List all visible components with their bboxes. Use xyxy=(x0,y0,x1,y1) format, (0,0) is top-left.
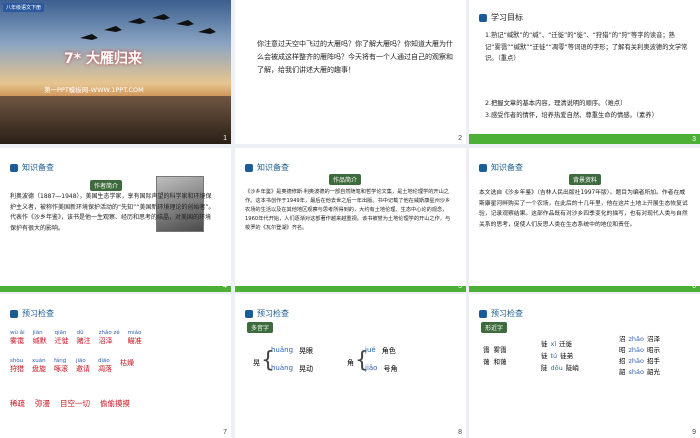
slide-thumbnail-4[interactable]: 知识备查 作者简介 利奥波德（1887—1948），美国生态学家，享有国际声望的… xyxy=(0,148,231,292)
slide-number: 3 xyxy=(692,136,696,143)
vocab-item: xuán 盘旋 xyxy=(32,358,46,373)
slide-number: 6 xyxy=(692,283,696,290)
objective-line-2: 2.把握文章的基本内容，理清说明的顺序。（难点） xyxy=(485,100,627,107)
slide-heading: 知识备查 xyxy=(10,162,54,173)
heading-bullet-icon xyxy=(479,309,487,318)
course-badge: 八年级语文下册 xyxy=(3,3,45,12)
objective-line-1: 1.熟记“缄默”的“缄”、“迁徙”的“徙”、“狩猎”的“狩”等字的读音；熟记“雾… xyxy=(485,32,688,62)
vocab-item: 稀疏 xyxy=(10,399,25,408)
slide-number: 2 xyxy=(458,135,462,142)
lake-reflection xyxy=(0,96,231,144)
similar-chars-col-2: 徙 xǐ 迁徙 徒 tú 徒弟 陡 dǒu 陡峭 xyxy=(541,340,579,372)
section-stamp: 形近字 xyxy=(481,322,508,333)
footer-bar xyxy=(0,286,231,292)
vocab-item: wù ǎi 雾霭 xyxy=(10,330,25,345)
slide-thumbnail-7[interactable]: 预习检查 wù ǎi 雾霭 jiān 缄默 qiān 迁徙 dǔ 赌注 zhǎo zé 沼… xyxy=(0,294,231,438)
slide-heading: 知识备查 xyxy=(479,162,523,173)
heading-text: 知识备查 xyxy=(22,163,54,172)
heading-bullet-icon xyxy=(10,163,18,172)
vocab-item: dǔ 赌注 xyxy=(76,330,91,345)
section-stamp: 背景资料 xyxy=(569,174,602,185)
heading-bullet-icon xyxy=(479,163,487,172)
heading-text: 知识备查 xyxy=(257,163,289,172)
vocab-item: fáng 啄滚 xyxy=(54,358,68,373)
slide-number: 8 xyxy=(458,429,462,436)
vocab-row-2: shòu 狩猎 xuán 盘旋 fáng 啄滚 jiāo 邀请 diāo 凋落 枯燥 xyxy=(10,358,134,374)
author-bio: 利奥波德（1887—1948），美国生态学家，享有国际声望的科学家和环境保护主义… xyxy=(10,193,215,232)
footer-bar xyxy=(469,286,700,292)
similar-chars-col-3: 沼 zhǎo 沼泽 昭 zhāo 昭示 招 zhāo 招手 韶 sháo 韶光 xyxy=(619,335,660,376)
section-stamp: 多音字 xyxy=(247,322,274,333)
slide-thumbnail-8[interactable]: 预习检查 多音字 晃 { huǎng 晃眼 huàng 晃动 角 { jué 角色 j… xyxy=(235,294,466,438)
work-intro: 《沙乡年鉴》是奥德修斯·利奥波德的一部自然随笔和哲学论文集，是土地伦理学的开山之… xyxy=(245,189,451,231)
slide-heading: 预习检查 xyxy=(245,308,289,319)
vocab-item: 枯燥 xyxy=(120,359,134,367)
section-stamp: 作者简介 xyxy=(90,180,123,191)
slide-thumbnail-2[interactable]: 你注意过天空中飞过的大雁吗？你了解大雁吗？你知道大雁为什么会被成这样整齐的雁阵吗… xyxy=(235,0,466,144)
slide-body: 你注意过天空中飞过的大雁吗？你了解大雁吗？你知道大雁为什么会被成这样整齐的雁阵吗… xyxy=(257,40,453,74)
vocab-item: 目空一切 xyxy=(60,399,90,408)
slide-heading: 预习检查 xyxy=(10,308,54,319)
vocab-item: jiāo 邀请 xyxy=(76,358,90,373)
slide-heading: 预习检查 xyxy=(479,308,523,319)
vocab-item: miáo 瞄准 xyxy=(127,330,142,345)
slide-heading: 学习目标 xyxy=(479,12,523,23)
slide-title: 7* 大雁归来 xyxy=(64,51,142,67)
slide-thumbnail-6[interactable]: 知识备查 背景资料 本文选自《沙乡年鉴》（吉林人民出版社1997年版）。题目为编… xyxy=(469,148,700,292)
slide-thumbnail-5[interactable]: 知识备查 作品简介 《沙乡年鉴》是奥德修斯·利奥波德的一部自然随笔和哲学论文集，… xyxy=(235,148,466,292)
slide-number: 1 xyxy=(223,135,227,142)
footer-bar xyxy=(235,286,466,292)
heading-bullet-icon xyxy=(245,163,253,172)
slide-subtitle: 第一PPT模板网-WWW.1PPT.COM xyxy=(44,86,144,94)
slide-number: 5 xyxy=(458,283,462,290)
polyphone-char: 晃 xyxy=(253,359,260,367)
heading-text: 知识备查 xyxy=(491,163,523,172)
heading-bullet-icon xyxy=(10,309,18,318)
footer-bar xyxy=(469,134,700,144)
slide-number: 9 xyxy=(692,429,696,436)
section-stamp: 作品简介 xyxy=(329,174,362,185)
vocab-item: qiān 迁徙 xyxy=(54,330,69,345)
heading-bullet-icon xyxy=(245,309,253,318)
vocab-item: 偷偷摸摸 xyxy=(100,399,130,408)
similar-chars-col-1: 霭雾霭 蔼和蔼 xyxy=(483,346,507,366)
slide-thumbnail-1[interactable]: 八年级语文下册 7* 大雁归来 第一PPT模板网-WWW.1PPT.COM 1 xyxy=(0,0,231,144)
heading-text: 学习目标 xyxy=(491,13,523,22)
vocab-row-1: wù ǎi 雾霭 jiān 缄默 qiān 迁徙 dǔ 赌注 zhǎo zé 沼泽 miá… xyxy=(10,330,142,346)
polyphone-char: 角 xyxy=(347,359,354,367)
background-info: 本文选自《沙乡年鉴》（吉林人民出版社1997年版）。题目为编者所加。作者在威斯康… xyxy=(479,190,688,228)
vocab-item: diāo 凋落 xyxy=(98,358,112,373)
slide-sorter-grid: 八年级语文下册 7* 大雁归来 第一PPT模板网-WWW.1PPT.COM 1 … xyxy=(0,0,700,438)
vocab-row-3: 稀疏 弥漫 目空一切 偷偷摸摸 xyxy=(10,398,130,409)
vocab-item: zhǎo zé 沼泽 xyxy=(98,330,120,345)
slide-number: 7 xyxy=(223,429,227,436)
vocab-item: 弥漫 xyxy=(35,399,50,408)
heading-bullet-icon xyxy=(479,13,487,22)
heading-text: 预习检查 xyxy=(491,309,523,318)
vocab-item: shòu 狩猎 xyxy=(10,358,24,373)
slide-number: 4 xyxy=(223,283,227,290)
vocab-item: jiān 缄默 xyxy=(32,330,47,345)
slide-thumbnail-3[interactable]: 学习目标 1.熟记“缄默”的“缄”、“迁徙”的“徙”、“狩猎”的“狩”等字的读音… xyxy=(469,0,700,144)
heading-text: 预习检查 xyxy=(22,309,54,318)
heading-text: 预习检查 xyxy=(257,309,289,318)
slide-heading: 知识备查 xyxy=(245,162,289,173)
objective-line-3: 3.感受作者的情怀，培养热爱自然、尊重生命的情感。（素养） xyxy=(485,112,658,119)
slide-thumbnail-9[interactable]: 预习检查 形近字 霭雾霭 蔼和蔼 徙 xǐ 迁徙 徒 tú 徒弟 陡 dǒu 陡峭 沼 zhǎ… xyxy=(469,294,700,438)
